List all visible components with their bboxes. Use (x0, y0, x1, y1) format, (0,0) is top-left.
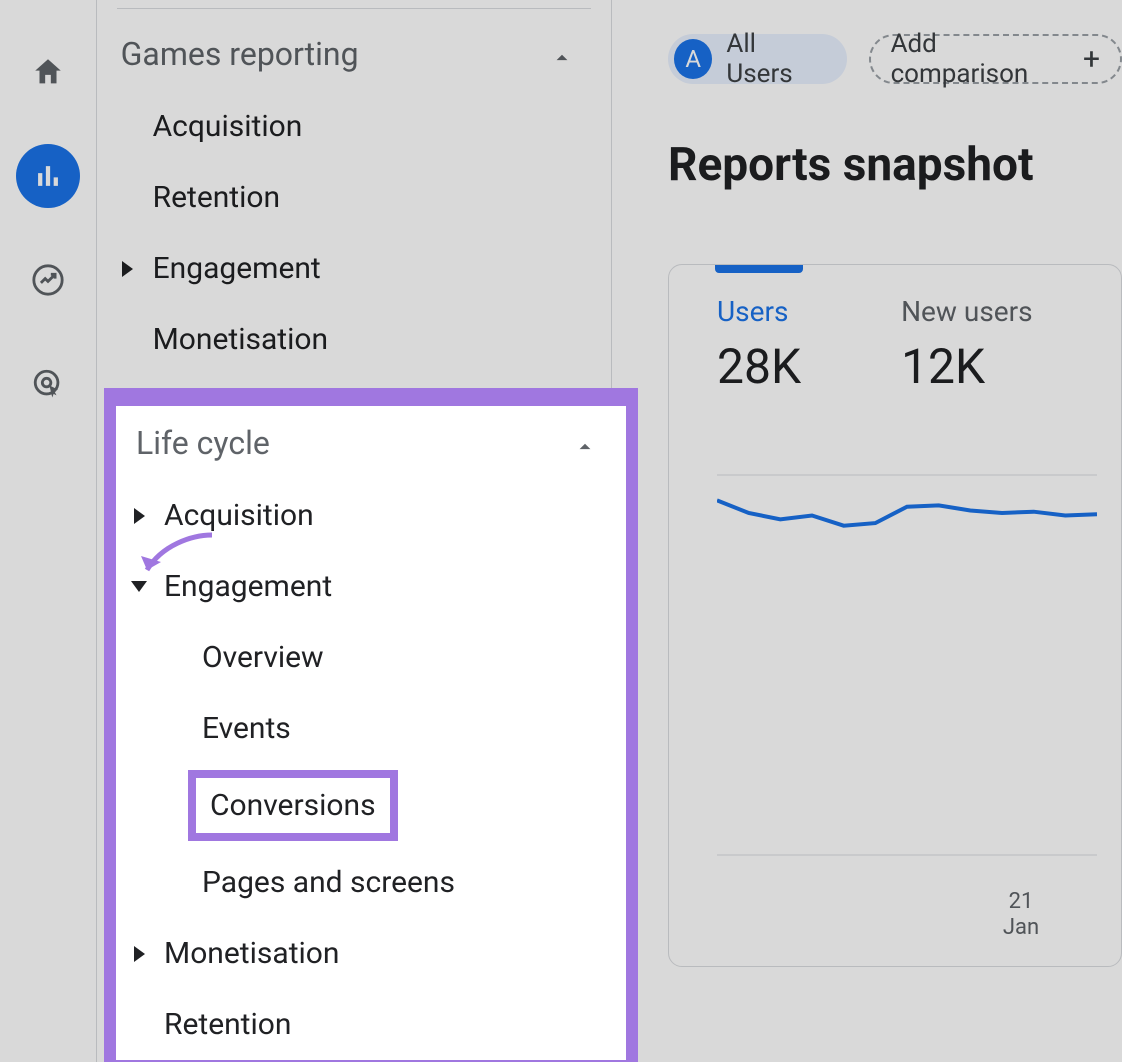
sub-overview[interactable]: Overview (116, 622, 626, 693)
nav-label: Overview (202, 640, 324, 675)
nav-label: Acquisition (164, 498, 314, 533)
expand-right-icon (132, 508, 146, 524)
nav-label: Monetisation (164, 936, 339, 971)
section-label: Life cycle (136, 424, 270, 462)
annotation-arrow (132, 530, 222, 589)
life-cycle-highlight: Life cycle Acquisition Engagement Overvi… (104, 388, 638, 1062)
nav-label: Retention (164, 1007, 291, 1042)
expand-right-icon (132, 946, 146, 962)
nav-label: Pages and screens (202, 865, 455, 900)
nav-life-monetisation[interactable]: Monetisation (116, 918, 626, 989)
sub-pages-screens[interactable]: Pages and screens (116, 847, 626, 918)
sub-conversions-highlighted[interactable]: Conversions (188, 770, 398, 841)
sub-events[interactable]: Events (116, 693, 626, 764)
section-life-cycle[interactable]: Life cycle (116, 406, 626, 480)
chevron-up-icon (572, 430, 598, 456)
nav-label: Events (202, 711, 291, 746)
nav-life-retention[interactable]: Retention (116, 989, 626, 1060)
